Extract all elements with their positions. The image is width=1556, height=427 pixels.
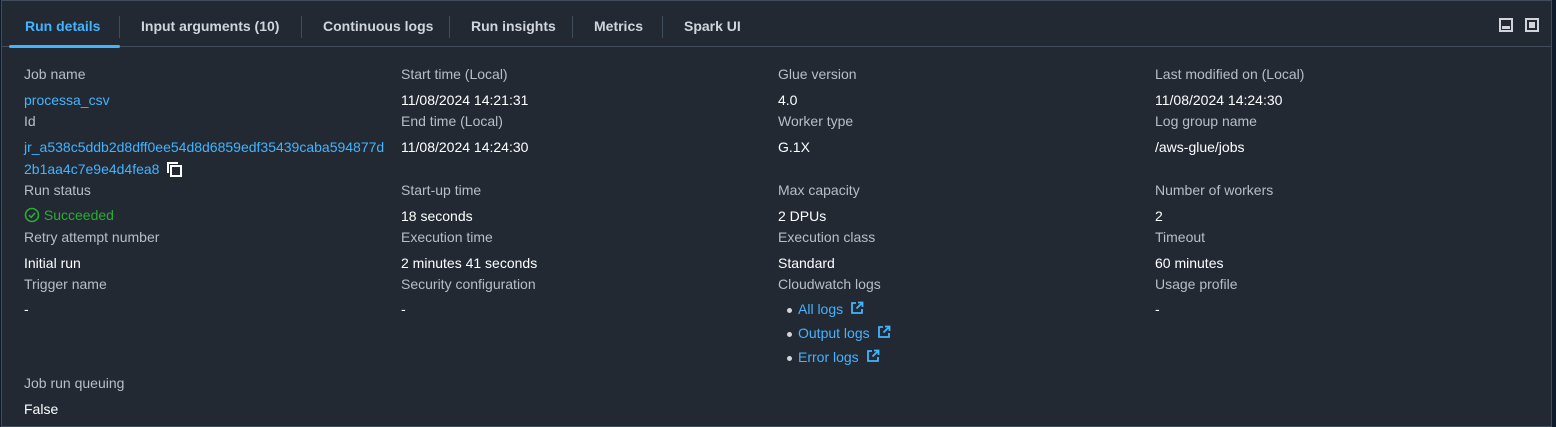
worker-type-value: G.1X xyxy=(778,139,810,155)
execution-time-label: Execution time xyxy=(401,229,493,245)
retry-attempt-value: Initial run xyxy=(24,255,81,271)
timeout-value: 60 minutes xyxy=(1155,255,1224,271)
cloudwatch-logs-label: Cloudwatch logs xyxy=(778,276,881,292)
tab-divider xyxy=(119,16,120,38)
execution-time-value: 2 minutes 41 seconds xyxy=(401,255,538,271)
job-run-queuing-value: False xyxy=(24,401,59,417)
end-time-value: 11/08/2024 14:24:30 xyxy=(401,139,529,155)
run-status-value: Succeeded xyxy=(24,207,114,223)
log-group-name-value: /aws-glue/jobs xyxy=(1155,139,1245,155)
execution-class-label: Execution class xyxy=(778,229,876,245)
id-label: Id xyxy=(24,113,36,129)
run-status-label: Run status xyxy=(24,182,91,198)
max-capacity-label: Max capacity xyxy=(778,182,860,198)
tab-divider xyxy=(572,16,573,38)
tab-continuous-logs[interactable]: Continuous logs xyxy=(323,1,433,47)
list-bullet xyxy=(787,308,792,313)
external-link-icon xyxy=(851,301,864,314)
external-link-icon xyxy=(877,325,890,338)
run-id-link[interactable]: jr_a538c5ddb2d8dff0ee54d8d6859edf35439ca… xyxy=(24,136,384,180)
last-modified-label: Last modified on (Local) xyxy=(1155,66,1305,82)
startup-time-label: Start-up time xyxy=(401,182,482,198)
check-circle-icon xyxy=(24,207,40,223)
run-id-line-1: jr_a538c5ddb2d8dff0ee54d8d6859edf35439ca… xyxy=(24,139,385,155)
tab-run-details[interactable]: Run details xyxy=(8,1,122,48)
maximize-panel-icon[interactable] xyxy=(1525,18,1539,32)
run-details-panel: Run details Input arguments (10) Continu… xyxy=(1,0,1552,427)
execution-class-value: Standard xyxy=(778,255,835,271)
minimize-panel-icon[interactable] xyxy=(1499,18,1513,32)
security-configuration-label: Security configuration xyxy=(401,276,536,292)
external-link-icon xyxy=(866,349,879,362)
job-name-label: Job name xyxy=(24,66,86,82)
output-logs-link-text: Output logs xyxy=(798,325,870,341)
last-modified-value: 11/08/2024 14:24:30 xyxy=(1155,92,1283,108)
tab-divider xyxy=(301,16,302,38)
usage-profile-value: - xyxy=(1155,301,1160,317)
all-logs-link-text: All logs xyxy=(798,301,844,317)
log-group-name-label: Log group name xyxy=(1155,113,1257,129)
timeout-label: Timeout xyxy=(1155,229,1206,245)
job-run-queuing-label: Job run queuing xyxy=(24,375,125,391)
security-configuration-value: - xyxy=(401,301,406,317)
end-time-label: End time (Local) xyxy=(401,113,503,129)
glue-version-value: 4.0 xyxy=(778,92,798,108)
trigger-name-label: Trigger name xyxy=(24,276,107,292)
trigger-name-value: - xyxy=(24,301,29,317)
tab-divider xyxy=(662,16,663,38)
list-bullet xyxy=(787,356,792,361)
max-capacity-value: 2 DPUs xyxy=(778,208,827,224)
job-name-link[interactable]: processa_csv xyxy=(24,92,110,108)
error-logs-link-text: Error logs xyxy=(798,349,859,365)
run-id-line-2: 2b1aa4c7e9e4d4fea8 xyxy=(24,161,160,177)
all-logs-link[interactable]: All logs xyxy=(798,301,864,317)
number-of-workers-value: 2 xyxy=(1155,208,1163,224)
tab-bar: Run details Input arguments (10) Continu… xyxy=(2,1,1551,48)
tab-metrics[interactable]: Metrics xyxy=(594,1,643,47)
startup-time-value: 18 seconds xyxy=(401,208,473,224)
start-time-value: 11/08/2024 14:21:31 xyxy=(401,92,529,108)
worker-type-label: Worker type xyxy=(778,113,854,129)
number-of-workers-label: Number of workers xyxy=(1155,182,1274,198)
retry-attempt-label: Retry attempt number xyxy=(24,229,160,245)
tab-spark-ui[interactable]: Spark UI xyxy=(684,1,741,47)
glue-version-label: Glue version xyxy=(778,66,857,82)
tab-divider xyxy=(449,16,450,38)
list-bullet xyxy=(787,332,792,337)
output-logs-link[interactable]: Output logs xyxy=(798,325,891,341)
run-status-text: Succeeded xyxy=(43,207,114,223)
copy-icon[interactable] xyxy=(166,161,183,178)
error-logs-link[interactable]: Error logs xyxy=(798,349,880,365)
tab-run-insights[interactable]: Run insights xyxy=(471,1,556,47)
start-time-label: Start time (Local) xyxy=(401,66,508,82)
usage-profile-label: Usage profile xyxy=(1155,276,1238,292)
tab-input-arguments[interactable]: Input arguments (10) xyxy=(141,1,279,47)
